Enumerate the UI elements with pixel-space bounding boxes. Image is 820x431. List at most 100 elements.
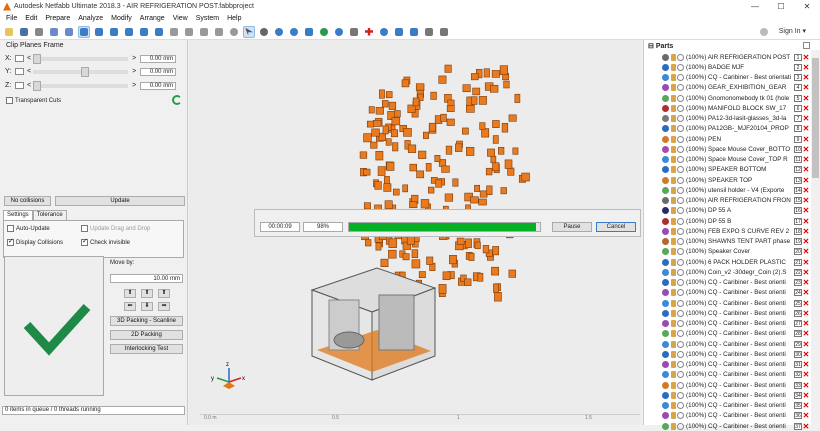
part-row[interactable]: (100%) CQ - Caribiner - Best orienti 35 ✕	[644, 401, 810, 411]
check-invisible-option[interactable]: Check invisible	[81, 237, 130, 246]
status-icon[interactable]	[677, 320, 684, 328]
part-color-icon[interactable]	[662, 145, 669, 153]
status-icon[interactable]	[677, 350, 684, 358]
support-icon[interactable]	[671, 186, 676, 194]
delete-part-icon[interactable]: ✕	[802, 288, 810, 297]
part-row[interactable]: (100%) PEN 9 ✕	[644, 134, 810, 144]
cancel-button[interactable]: Cancel	[596, 222, 636, 232]
part-row[interactable]: (100%) BADGE MJF 2 ✕	[644, 62, 810, 72]
menu-arrange[interactable]: Arrange	[136, 15, 169, 22]
check-invisible-checkbox[interactable]	[81, 237, 88, 246]
part-row[interactable]: (100%) MANIFOLD BLOCK SW_17 6 ✕	[644, 103, 810, 113]
zoom-all-icon[interactable]	[198, 26, 210, 38]
parts-header[interactable]: ⊟ Parts	[648, 42, 673, 50]
part-row[interactable]: (100%) CQ - Caribiner - Best orienti 26 ✕	[644, 308, 810, 318]
status-icon[interactable]	[677, 289, 684, 297]
slider-thumb[interactable]	[33, 80, 42, 91]
status-icon[interactable]	[677, 371, 684, 379]
minimize-button[interactable]: —	[742, 2, 768, 11]
add-icon[interactable]	[363, 26, 375, 38]
part-row[interactable]: (100%) CQ - Caribiner - Best orienti 30 ✕	[644, 349, 810, 359]
status-icon[interactable]	[677, 197, 684, 205]
delete-part-icon[interactable]: ✕	[802, 360, 810, 369]
support-icon[interactable]	[671, 299, 676, 307]
move-up-left-button[interactable]: ⬆	[124, 289, 136, 298]
delete-part-icon[interactable]: ✕	[802, 206, 810, 215]
slider-thumb[interactable]	[81, 66, 90, 77]
clip-z-checkbox[interactable]	[15, 82, 24, 89]
part-color-icon[interactable]	[662, 289, 669, 297]
move-down-button[interactable]: ⬇	[141, 302, 153, 311]
transparent-cuts-checkbox[interactable]	[6, 97, 13, 104]
grid-icon[interactable]	[348, 26, 360, 38]
part-color-icon[interactable]	[662, 309, 669, 317]
delete-part-icon[interactable]: ✕	[802, 401, 810, 410]
zoom-select-icon[interactable]	[183, 26, 195, 38]
menu-modify[interactable]: Modify	[107, 15, 136, 22]
part-color-icon[interactable]	[662, 94, 669, 102]
delete-part-icon[interactable]: ✕	[802, 186, 810, 195]
support-icon[interactable]	[671, 135, 676, 143]
zoom-fit-icon[interactable]	[168, 26, 180, 38]
support-icon[interactable]	[671, 84, 676, 92]
support-icon[interactable]	[671, 422, 676, 430]
part-row[interactable]: (100%) utensil holder - V4 (Exporte 14 ✕	[644, 185, 810, 195]
part-row[interactable]: (100%) CQ - Caribiner - Best orienti 32 ✕	[644, 370, 810, 380]
status-icon[interactable]	[677, 176, 684, 184]
clip-y-increase[interactable]: >	[132, 68, 136, 75]
support-icon[interactable]	[671, 268, 676, 276]
view-back-icon[interactable]	[93, 26, 105, 38]
display-collisions-checkbox[interactable]	[7, 237, 14, 246]
status-icon[interactable]	[677, 248, 684, 256]
part-color-icon[interactable]	[662, 391, 669, 399]
magnify-icon[interactable]	[228, 26, 240, 38]
section-icon[interactable]	[288, 26, 300, 38]
status-icon[interactable]	[677, 227, 684, 235]
part-row[interactable]: (100%) Gnomonomebody tk 01 (hole 5 ✕	[644, 93, 810, 103]
parts-scrollbar[interactable]	[811, 50, 820, 425]
status-icon[interactable]	[677, 391, 684, 399]
part-row[interactable]: (100%) Coin_v2 -30degr_Coin (2).S 22 ✕	[644, 267, 810, 277]
delete-part-icon[interactable]: ✕	[802, 135, 810, 144]
part-row[interactable]: (100%) AIR REFRIGERATION POST 1 ✕	[644, 52, 810, 62]
support-icon[interactable]	[671, 289, 676, 297]
support-icon[interactable]	[671, 227, 676, 235]
status-icon[interactable]	[677, 268, 684, 276]
status-icon[interactable]	[677, 104, 684, 112]
script-icon[interactable]	[393, 26, 405, 38]
interlocking-test-button[interactable]: Interlocking Test	[110, 344, 183, 354]
support-icon[interactable]	[671, 279, 676, 287]
status-icon[interactable]	[677, 53, 684, 61]
menu-system[interactable]: System	[192, 15, 223, 22]
build-icon[interactable]	[408, 26, 420, 38]
move-left-button[interactable]: ⬅	[124, 302, 136, 311]
delete-part-icon[interactable]: ✕	[802, 340, 810, 349]
menu-view[interactable]: View	[169, 15, 192, 22]
part-color-icon[interactable]	[662, 371, 669, 379]
clip-x-checkbox[interactable]	[15, 55, 24, 62]
delete-part-icon[interactable]: ✕	[802, 299, 810, 308]
part-color-icon[interactable]	[662, 84, 669, 92]
support-icon[interactable]	[671, 320, 676, 328]
support-icon[interactable]	[671, 309, 676, 317]
part-row[interactable]: (100%) Space Mouse Cover_TOP R 11 ✕	[644, 155, 810, 165]
support-icon[interactable]	[671, 412, 676, 420]
clip-x-value[interactable]: 0.00 mm	[140, 54, 177, 63]
delete-part-icon[interactable]: ✕	[802, 63, 810, 72]
delete-part-icon[interactable]: ✕	[802, 217, 810, 226]
part-row[interactable]: (100%) GEAR_EXHIBITION_GEAR 4 ✕	[644, 83, 810, 93]
mesh-icon[interactable]	[303, 26, 315, 38]
support-icon[interactable]	[671, 156, 676, 164]
delete-part-icon[interactable]: ✕	[802, 165, 810, 174]
part-color-icon[interactable]	[662, 248, 669, 256]
select-icon[interactable]	[243, 25, 255, 38]
status-icon[interactable]	[677, 402, 684, 410]
part-color-icon[interactable]	[662, 361, 669, 369]
delete-part-icon[interactable]: ✕	[802, 391, 810, 400]
view-left-icon[interactable]	[108, 26, 120, 38]
delete-part-icon[interactable]: ✕	[802, 94, 810, 103]
view-bottom-icon[interactable]	[153, 26, 165, 38]
status-icon[interactable]	[677, 279, 684, 287]
clip-z-slider[interactable]	[33, 80, 129, 91]
support-icon[interactable]	[671, 371, 676, 379]
